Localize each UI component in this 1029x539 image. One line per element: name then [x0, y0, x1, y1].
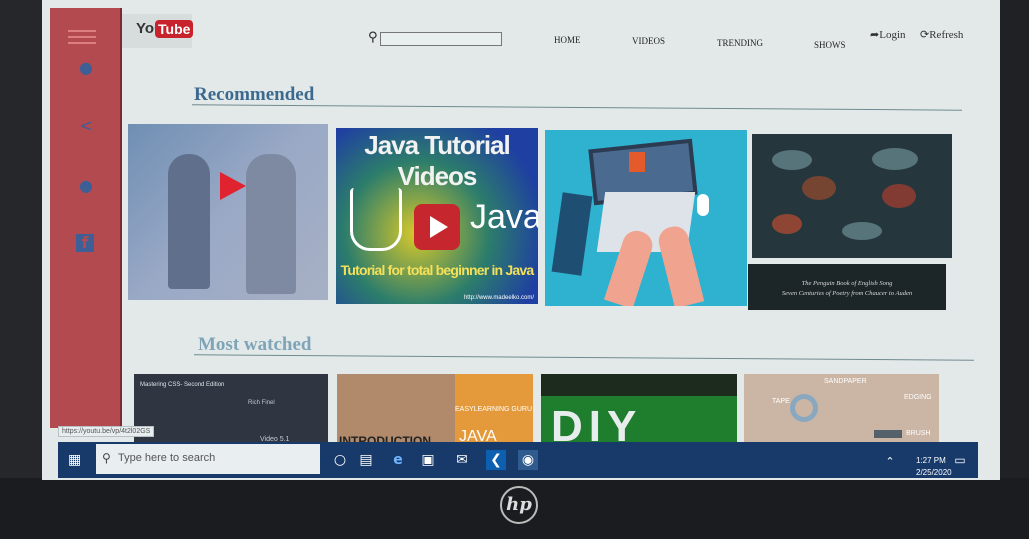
mail-icon[interactable]: ✉ [452, 450, 472, 470]
windows-start-icon[interactable]: ▦ [68, 452, 81, 468]
store-icon[interactable]: ▣ [418, 450, 438, 470]
notebook [551, 192, 593, 276]
video-thumbnail-tools[interactable]: SANDPAPER TAPE EDGING BRUSH [744, 374, 939, 450]
section-title-most-watched: Most watched [198, 334, 312, 355]
mouse [697, 194, 709, 216]
login-link[interactable]: ➦Login [870, 28, 906, 41]
chevron-up-icon[interactable]: ⌃ [880, 452, 900, 472]
section-divider [192, 104, 962, 111]
tape-roll-icon [790, 394, 818, 422]
hand-right [655, 223, 705, 306]
book-cover-pattern[interactable] [752, 134, 952, 258]
monitor-bezel-right [1000, 0, 1029, 480]
java-cup-icon [350, 188, 402, 251]
search-icon[interactable]: ⚲ [368, 30, 378, 45]
section-divider-2 [194, 354, 974, 361]
screen: ● < ● f You Tube ⚲ HOME VIDEOS TRENDING … [42, 0, 1000, 480]
tool-label-brush: BRUSH [906, 430, 931, 437]
share-icon[interactable]: < [76, 116, 96, 136]
hamburger-menu-icon[interactable] [68, 30, 96, 48]
html5-icon [629, 152, 645, 172]
easy-learning-label: EASYLEARNING GURU [455, 406, 533, 413]
taskbar-search-placeholder: Type here to search [118, 452, 216, 464]
java-title: Java Tutorial Videos [364, 130, 510, 191]
search-icon: ⚲ [102, 451, 111, 465]
book-title: The Penguin Book of English Song [801, 280, 893, 287]
hp-logo: hp [500, 486, 538, 524]
edge-icon[interactable]: e [388, 450, 408, 470]
task-view-icon[interactable]: ▤ [356, 450, 376, 470]
video-thumbnail-html5-laptop[interactable] [545, 130, 747, 306]
user-icon[interactable]: ● [76, 58, 96, 78]
video-thumbnail-css[interactable]: Mastering CSS- Second Edition Rich Finel… [134, 374, 328, 450]
nav-trending[interactable]: TRENDING [717, 38, 763, 48]
video-thumbnail-java-intro[interactable]: EASYLEARNING GURU JAVA INTRODUCTION [337, 374, 533, 450]
brush-icon [874, 430, 902, 438]
java-subtitle: Tutorial for total beginner in Java [340, 262, 534, 278]
status-bar-url: https://youtu.be/vp/4t2l02GS [58, 426, 155, 437]
nav-videos[interactable]: VIDEOS [632, 36, 665, 46]
sidebar: ● < ● f [50, 8, 122, 428]
play-button-icon [414, 204, 460, 250]
refresh-label: Refresh [929, 29, 964, 41]
clock-time[interactable]: 1:27 PM [916, 456, 946, 465]
book-subtitle: Seven Centuries of Poetry from Chaucer t… [781, 290, 913, 297]
vscode-icon[interactable]: ❮ [486, 450, 506, 470]
nav-shows[interactable]: SHOWS [814, 40, 846, 50]
video-thumbnail-music[interactable] [128, 124, 328, 300]
refresh-link[interactable]: ⟳Refresh [920, 28, 963, 41]
java-word: Java [470, 198, 538, 236]
video-thumbnail-java-tutorial[interactable]: Java Tutorial Videos Java Tutorial for t… [336, 128, 538, 304]
search-input[interactable] [380, 32, 502, 46]
clock-date[interactable]: 2/25/2020 [916, 468, 952, 477]
tool-label-tape: TAPE [772, 398, 790, 405]
tool-label-sandpaper: SANDPAPER [824, 378, 867, 385]
facebook-icon[interactable]: f [76, 234, 94, 252]
chrome-icon[interactable]: ◉ [518, 450, 538, 470]
section-title-recommended: Recommended [194, 84, 315, 105]
logo-tube: Tube [155, 20, 194, 38]
play-icon [220, 172, 246, 200]
notifications-icon[interactable]: ▭ [950, 450, 970, 470]
tool-label-edging: EDGING [904, 394, 932, 401]
java-url: http://www.madeelko.com/ [463, 295, 534, 301]
login-label: Login [879, 29, 906, 41]
taskbar-search[interactable]: ⚲ Type here to search [96, 444, 320, 474]
nav-home[interactable]: HOME [554, 35, 581, 45]
cortana-icon[interactable]: ○ [330, 450, 350, 470]
css-title: Mastering CSS- Second Edition [140, 382, 225, 388]
book-cover-label[interactable]: The Penguin Book of English Song Seven C… [748, 264, 946, 310]
taskbar: ▦ ⚲ Type here to search ○ ▤ e ▣ ✉ ❮ ◉ ⌃ … [58, 442, 978, 478]
monitor-bezel-left [0, 0, 42, 480]
bell-icon[interactable]: ● [76, 176, 96, 196]
css-author: Rich Finel [248, 400, 275, 406]
video-thumbnail-diy[interactable]: DIY [541, 374, 737, 450]
